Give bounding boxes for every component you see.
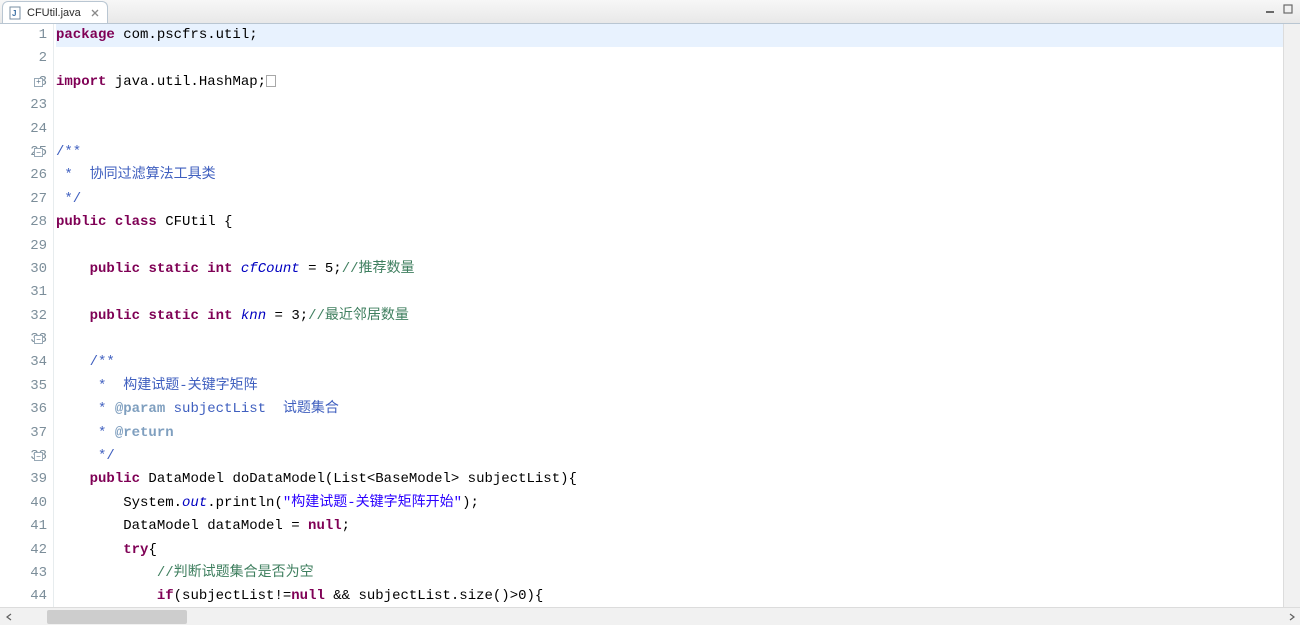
code-line[interactable]: * @return [56,422,1300,445]
scroll-right-icon[interactable] [1283,608,1300,625]
code-line[interactable]: * 构建试题-关键字矩阵 [56,375,1300,398]
code-line[interactable]: System.out.println("构建试题-关键字矩阵开始"); [56,492,1300,515]
maximize-icon[interactable] [1280,2,1296,16]
line-number-gutter: 123+232425−2627282930313233−3435363738−3… [0,24,54,607]
line-number: 39 [0,468,47,491]
close-icon[interactable] [89,7,101,19]
line-number: 32 [0,305,47,328]
line-number: 3+ [0,71,47,94]
code-line[interactable]: * 协同过滤算法工具类 [56,164,1300,187]
line-number: 37 [0,422,47,445]
code-line[interactable]: */ [56,445,1300,468]
line-number: 1 [0,24,47,47]
line-number: 23 [0,94,47,117]
code-line[interactable] [56,281,1300,304]
code-line[interactable]: public class CFUtil { [56,211,1300,234]
fold-collapse-icon[interactable]: − [34,335,43,344]
scroll-left-icon[interactable] [0,608,17,625]
code-line[interactable]: public static int cfCount = 5;//推荐数量 [56,258,1300,281]
code-line[interactable]: //判断试题集合是否为空 [56,562,1300,585]
line-number: 2 [0,47,47,70]
code-line[interactable]: /** [56,141,1300,164]
line-number: 33− [0,328,47,351]
line-number: 44 [0,585,47,607]
line-number: 27 [0,188,47,211]
line-number: 42 [0,539,47,562]
fold-collapse-icon[interactable]: − [34,148,43,157]
code-line[interactable]: DataModel dataModel = null; [56,515,1300,538]
tab-filename: CFUtil.java [27,7,81,19]
code-line[interactable] [56,47,1300,70]
code-line[interactable] [56,94,1300,117]
svg-text:J: J [12,9,16,18]
line-number: 36 [0,398,47,421]
scroll-thumb[interactable] [47,610,187,624]
code-line[interactable] [56,235,1300,258]
code-area[interactable]: package com.pscfrs.util; import java.util… [54,24,1300,607]
code-line[interactable]: public DataModel doDataModel(List<BaseMo… [56,468,1300,491]
line-number: 34 [0,351,47,374]
tab-bar: J CFUtil.java [0,0,1300,24]
line-number: 41 [0,515,47,538]
code-line[interactable]: * @param subjectList 试题集合 [56,398,1300,421]
fold-expand-icon[interactable]: + [34,78,43,87]
code-line[interactable]: import java.util.HashMap; [56,71,1300,94]
vertical-scrollbar[interactable] [1283,24,1300,607]
code-line[interactable]: public static int knn = 3;//最近邻居数量 [56,305,1300,328]
window-controls [1262,2,1296,16]
code-line[interactable]: */ [56,188,1300,211]
minimize-icon[interactable] [1262,2,1278,16]
code-line[interactable]: try{ [56,539,1300,562]
code-line[interactable]: /** [56,351,1300,374]
line-number: 43 [0,562,47,585]
line-number: 24 [0,118,47,141]
code-line[interactable]: package com.pscfrs.util; [56,24,1300,47]
editor-area: 123+232425−2627282930313233−3435363738−3… [0,24,1300,607]
line-number: 31 [0,281,47,304]
line-number: 30 [0,258,47,281]
line-number: 26 [0,164,47,187]
java-file-icon: J [9,6,23,20]
line-number: 29 [0,235,47,258]
scroll-track[interactable] [17,608,1283,625]
code-line[interactable] [56,118,1300,141]
fold-collapse-icon[interactable]: − [34,452,43,461]
line-number: 40 [0,492,47,515]
folded-region-icon[interactable] [266,75,276,87]
line-number: 28 [0,211,47,234]
editor-tab[interactable]: J CFUtil.java [2,1,108,23]
line-number: 35 [0,375,47,398]
line-number: 38− [0,445,47,468]
horizontal-scrollbar[interactable] [0,607,1300,625]
line-number: 25− [0,141,47,164]
code-line[interactable] [56,328,1300,351]
code-line[interactable]: if(subjectList!=null && subjectList.size… [56,585,1300,607]
